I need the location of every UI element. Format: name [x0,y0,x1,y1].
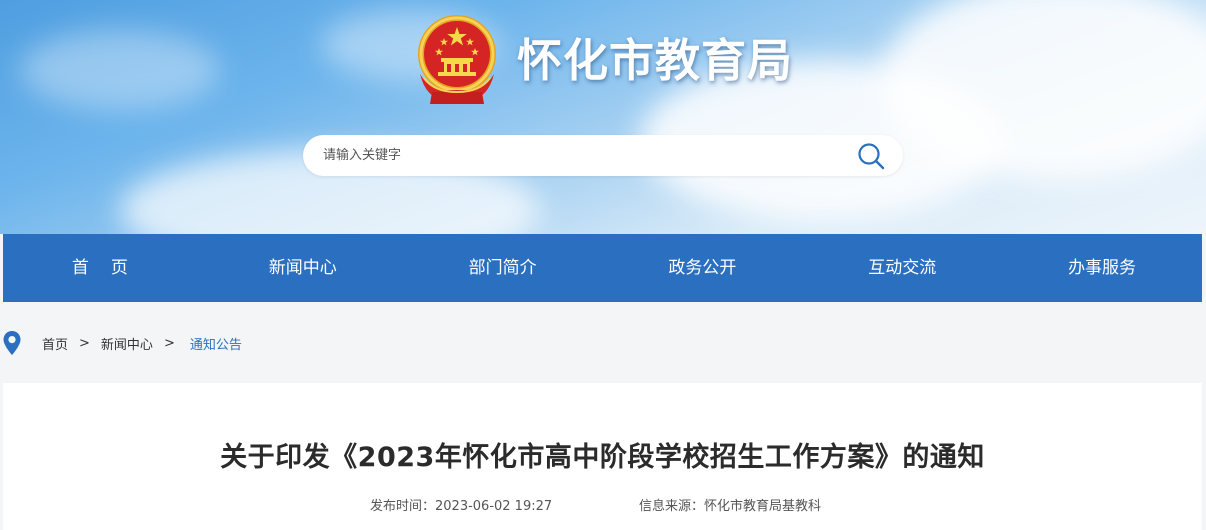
breadcrumb-current-notices[interactable]: 通知公告 [190,334,242,353]
main-nav: 首页 新闻中心 部门简介 政务公开 互动交流 办事服务 [3,234,1202,302]
nav-item-government-affairs[interactable]: 政务公开 [603,234,803,302]
nav-item-services[interactable]: 办事服务 [1002,234,1202,302]
nav-item-news-center[interactable]: 新闻中心 [203,234,403,302]
nav-item-interaction[interactable]: 互动交流 [802,234,1002,302]
search-bar [303,135,903,176]
breadcrumb-home-link[interactable]: 首页 [42,334,68,353]
search-icon[interactable] [856,142,886,170]
site-title: 怀化市教育局 [517,34,794,87]
header-banner: 怀化市教育局 [0,0,1206,234]
info-source: 信息来源：怀化市教育局基教科 [639,499,822,514]
nav-item-department-intro[interactable]: 部门简介 [403,234,603,302]
breadcrumb-news-center-link[interactable]: 新闻中心 [101,334,153,353]
breadcrumb-separator: > [163,335,175,351]
national-emblem-icon [418,15,496,104]
nav-item-home[interactable]: 首页 [3,234,203,302]
search-input[interactable] [303,135,843,176]
banner-cloud [20,30,220,110]
location-pin-icon [3,331,21,355]
breadcrumb-separator: > [79,335,90,351]
article-panel: 关于印发《2023年怀化市高中阶段学校招生工作方案》的通知 发布时间：2023-… [3,383,1202,530]
article-title: 关于印发《2023年怀化市高中阶段学校招生工作方案》的通知 [220,442,985,473]
publish-time: 发布时间：2023-06-02 19:27 [370,499,553,514]
breadcrumb: 首页 > 新闻中心 > 通知公告 [0,330,242,356]
